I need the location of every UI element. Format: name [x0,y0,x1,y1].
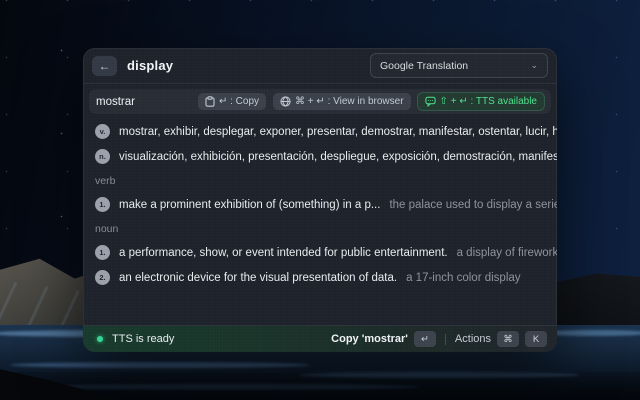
speech-bubble-icon [425,96,436,107]
return-key-icon: ↵ [414,331,436,347]
k-key-icon: K [525,331,547,347]
query-text: mostrar [96,96,135,108]
definition-text: make a prominent exhibition of (somethin… [119,199,380,211]
view-in-browser-pill[interactable]: ⌘ + ↵ : View in browser [273,93,411,110]
tts-available-pill[interactable]: ⇧ + ↵ : TTS available [418,93,544,110]
list-item[interactable]: 1. a performance, show, or event intende… [83,240,557,265]
clipboard-icon [205,96,215,107]
part-of-speech-badge: n. [95,149,110,164]
footer-divider [445,334,446,345]
primary-action-button[interactable]: Copy 'mostrar' [331,333,408,345]
copy-shortcut-label: ↵ : Copy [219,96,259,107]
section-label-verb: verb [83,169,557,192]
command-key-icon: ⌘ [497,331,519,347]
translation-text: mostrar, exhibir, desplegar, exponer, pr… [119,126,557,138]
definition-example: a display of fireworks [457,247,557,259]
water-highlight [10,362,310,368]
definition-number-badge: 1. [95,197,110,212]
provider-dropdown[interactable]: Google Translation ⌄ [370,53,548,78]
tts-available-label: ⇧ + ↵ : TTS available [440,96,537,107]
list-item[interactable]: n. visualización, exhibición, presentaci… [83,144,557,169]
translation-text: visualización, exhibición, presentación,… [119,151,557,163]
page-title: display [127,58,173,73]
window-header: ← display Google Translation ⌄ [83,48,557,84]
globe-icon [280,96,291,107]
section-label-noun: noun [83,217,557,240]
view-in-browser-label: ⌘ + ↵ : View in browser [295,96,404,107]
definition-example: the palace used to display a series of F… [389,199,557,211]
list-item[interactable]: 2. an electronic device for the visual p… [83,265,557,290]
definition-number-badge: 1. [95,245,110,260]
desktop: ← display Google Translation ⌄ mostrar ↵… [0,0,640,400]
copy-shortcut-pill[interactable]: ↵ : Copy [198,93,266,110]
translation-window: ← display Google Translation ⌄ mostrar ↵… [83,48,557,352]
definition-text: an electronic device for the visual pres… [119,272,397,284]
definition-text: a performance, show, or event intended f… [119,247,448,259]
back-button[interactable]: ← [92,56,117,76]
window-footer: TTS is ready Copy 'mostrar' ↵ Actions ⌘ … [83,325,557,352]
list-item[interactable]: 1. make a prominent exhibition of (somet… [83,192,557,217]
provider-dropdown-value: Google Translation [380,60,468,72]
tts-status-text: TTS is ready [112,333,174,345]
query-row[interactable]: mostrar ↵ : Copy ⌘ + ↵ : View in browser [89,89,551,114]
list-item[interactable]: v. mostrar, exhibir, desplegar, exponer,… [83,119,557,144]
back-arrow-icon: ← [99,59,111,73]
chevron-down-icon: ⌄ [530,60,538,71]
definition-example: a 17-inch color display [406,272,520,284]
definition-number-badge: 2. [95,270,110,285]
part-of-speech-badge: v. [95,124,110,139]
results-list: v. mostrar, exhibir, desplegar, exponer,… [83,116,557,325]
tts-status-dot [97,336,103,342]
actions-button[interactable]: Actions [455,333,491,345]
